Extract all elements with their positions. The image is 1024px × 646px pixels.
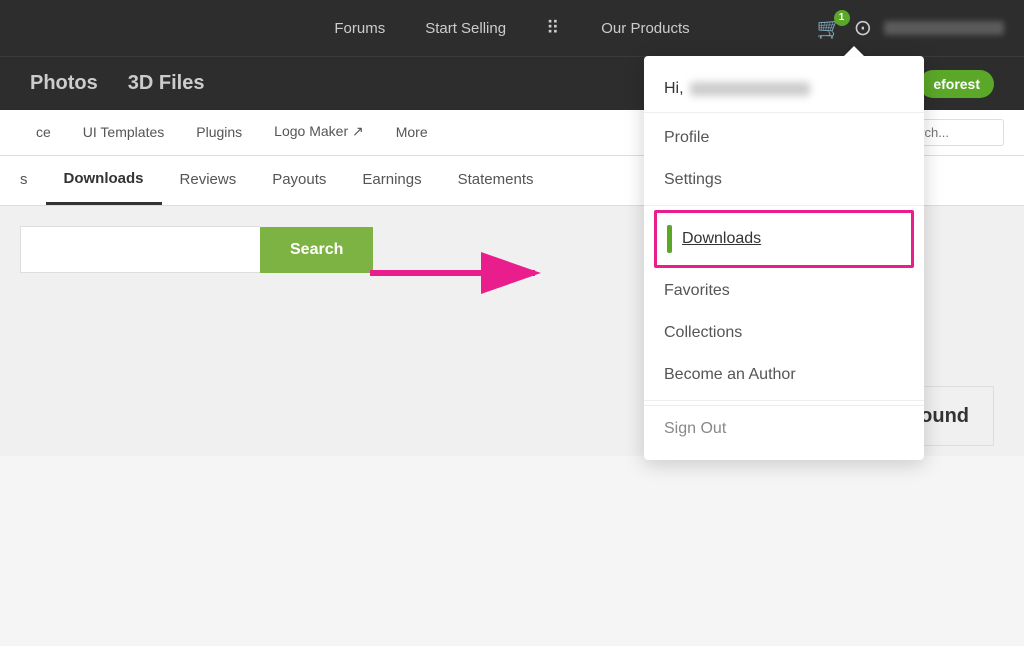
cart-button[interactable]: 🛒 1: [817, 16, 842, 41]
search-button[interactable]: Search: [260, 227, 373, 273]
dropdown-divider-2: [644, 205, 924, 206]
nav-forums[interactable]: Forums: [334, 20, 385, 37]
top-navigation: Forums Start Selling ⠿ Our Products 🛒 1 …: [0, 0, 1024, 56]
dropdown-divider-3: [644, 400, 924, 401]
dropdown-favorites[interactable]: Favorites: [644, 270, 924, 312]
nav-photos[interactable]: Photos: [30, 72, 98, 95]
nav-start-selling[interactable]: Start Selling: [425, 20, 506, 37]
tab-statements[interactable]: Statements: [440, 155, 552, 205]
dropdown-divider-1: [644, 112, 924, 113]
search-input-main[interactable]: [20, 226, 260, 273]
tab-s[interactable]: s: [20, 155, 46, 205]
nav-3d-files[interactable]: 3D Files: [128, 72, 205, 95]
username-blurred: [690, 82, 810, 96]
grid-icon[interactable]: ⠿: [546, 18, 561, 39]
user-dropdown-menu: Hi, Profile Settings Downloads Favorites…: [644, 56, 924, 460]
nav-item-plugins[interactable]: Plugins: [180, 110, 258, 156]
envato-badge[interactable]: eforest: [919, 70, 994, 98]
dropdown-greeting: Hi,: [644, 66, 924, 108]
nav-item-logo-maker[interactable]: Logo Maker ↗: [258, 110, 380, 156]
tab-reviews[interactable]: Reviews: [162, 155, 255, 205]
downloads-green-bar: [667, 225, 672, 253]
cart-icon-wrap: 🛒 1: [817, 16, 842, 41]
dropdown-downloads-label: Downloads: [682, 230, 761, 248]
user-avatar-icon[interactable]: ⊙: [854, 15, 872, 41]
nav-item-ui-templates[interactable]: UI Templates: [67, 110, 180, 156]
user-email-blurred: [884, 21, 1004, 35]
greeting-text: Hi,: [664, 80, 684, 98]
dropdown-settings[interactable]: Settings: [644, 159, 924, 201]
cart-badge: 1: [834, 10, 850, 26]
nav-item-more[interactable]: More: [380, 110, 444, 156]
tab-downloads[interactable]: Downloads: [46, 155, 162, 205]
dropdown-caret: [844, 46, 864, 56]
dropdown-profile[interactable]: Profile: [644, 117, 924, 159]
nav-our-products[interactable]: Our Products: [601, 20, 689, 37]
tab-payouts[interactable]: Payouts: [254, 155, 344, 205]
nav-item-ce[interactable]: ce: [20, 110, 67, 156]
nav-right-area: 🛒 1 ⊙: [817, 15, 1004, 41]
dropdown-become-author[interactable]: Become an Author: [644, 354, 924, 396]
dropdown-downloads[interactable]: Downloads: [654, 210, 914, 268]
dropdown-sign-out[interactable]: Sign Out: [644, 405, 924, 450]
dropdown-collections[interactable]: Collections: [644, 312, 924, 354]
tab-earnings[interactable]: Earnings: [344, 155, 439, 205]
